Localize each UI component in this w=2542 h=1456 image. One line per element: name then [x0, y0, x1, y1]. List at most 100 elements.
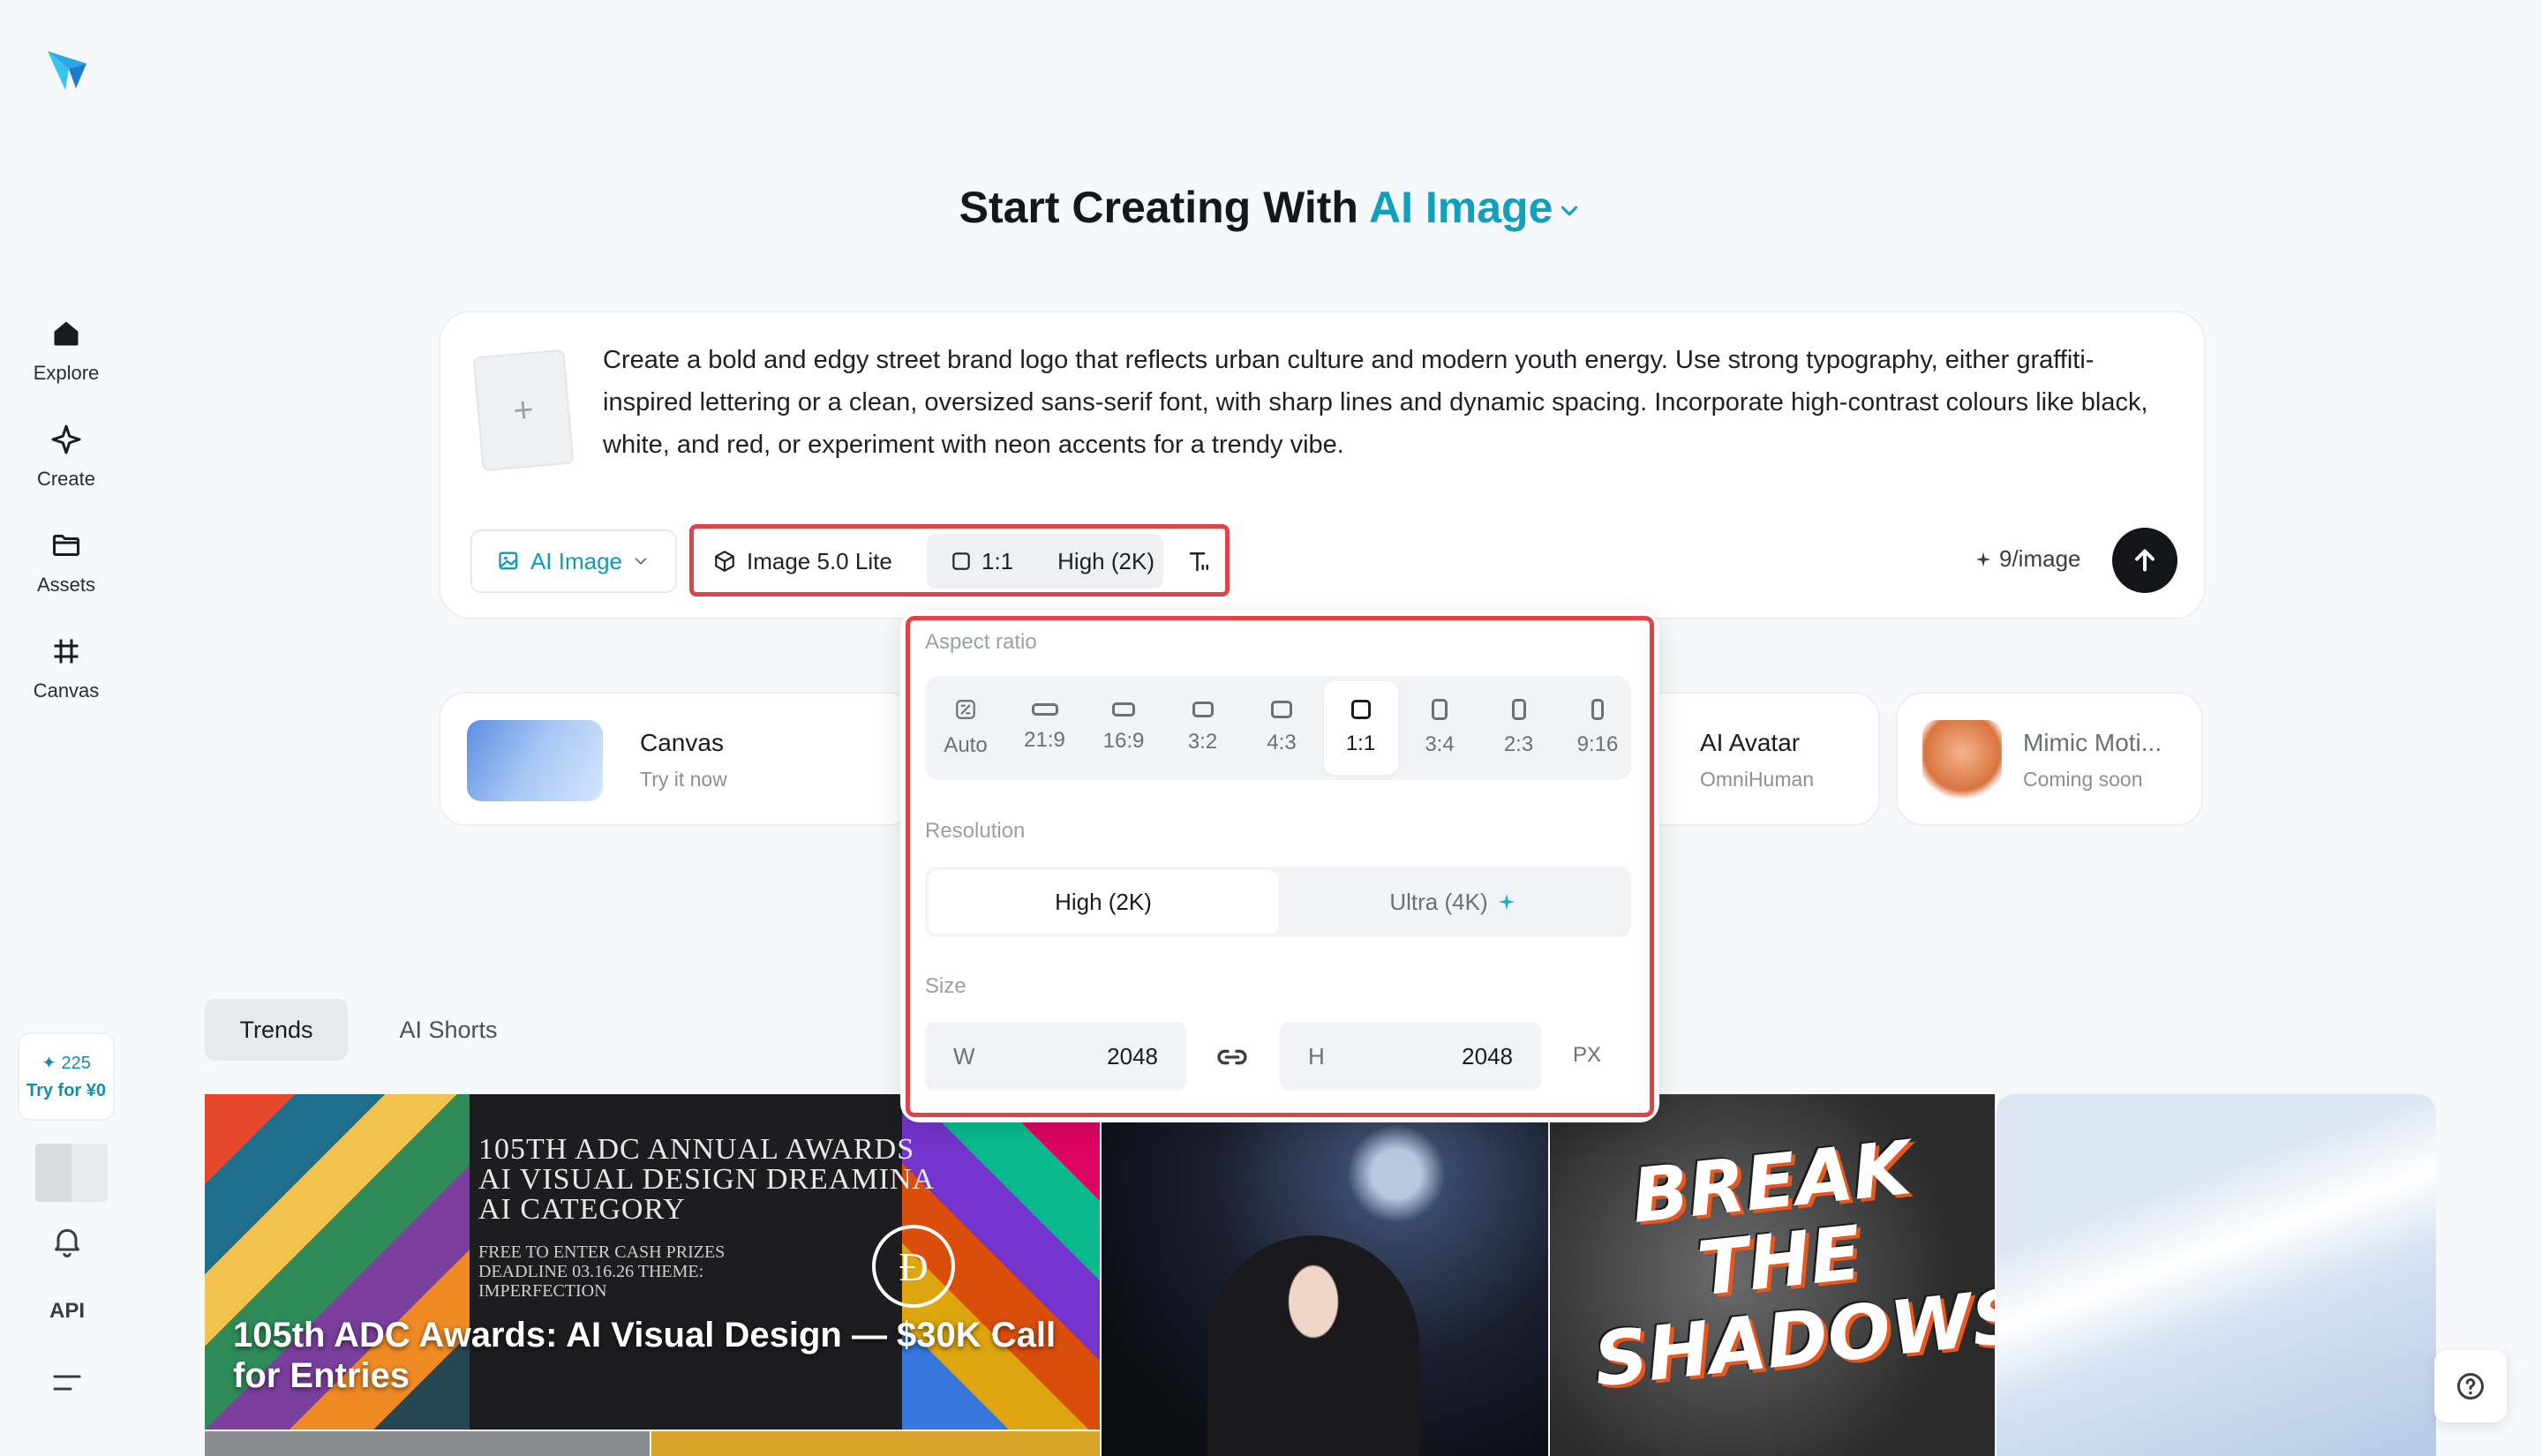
model-selector[interactable]: Image 5.0 Lite: [701, 534, 920, 589]
try-free-link[interactable]: Try for ¥0: [26, 1081, 106, 1101]
height-value: 2048: [1462, 1042, 1513, 1069]
help-button[interactable]: [2434, 1350, 2507, 1422]
plus-icon: +: [511, 389, 536, 431]
home-icon: [47, 314, 86, 353]
ratio-option-2-3[interactable]: 2:3: [1482, 681, 1556, 775]
mode-dropdown-label: AI Image: [530, 547, 623, 574]
menu-icon[interactable]: [51, 1370, 83, 1396]
sparkle-outline-icon: [47, 420, 86, 459]
sidebar-item-assets[interactable]: Assets: [13, 526, 119, 614]
feature-thumbnail: [467, 720, 603, 801]
ratio-option-4-3[interactable]: 4:3: [1245, 681, 1319, 775]
size-label: Size: [925, 974, 966, 998]
artwork-graffiti-text: BREAK THE SHADOWS: [1590, 1124, 1995, 1404]
prompt-card: + Create a bold and edgy street brand lo…: [439, 311, 2206, 619]
sparkle-icon: [1974, 551, 1992, 568]
ratio-label: 1:1: [981, 547, 1014, 574]
cube-icon: [713, 550, 736, 573]
resolution-selector: High (2K) Ultra (4K): [925, 867, 1631, 937]
sidebar-item-label: Explore: [33, 362, 100, 384]
ratio-option-3-4[interactable]: 3:4: [1403, 681, 1477, 775]
square-ratio-icon: [950, 550, 973, 573]
sidebar-item-create[interactable]: Create: [13, 420, 119, 508]
ratio-settings-popup: Aspect ratio Auto 21:9 16:9 3:2 4:3 1:1 3:4 2:3…: [900, 611, 1659, 1122]
resolution-label: High (2K): [1057, 547, 1154, 574]
ratio-resolution-button[interactable]: 1:1 High (2K): [927, 534, 1163, 589]
aspect-ratio-label: Aspect ratio: [925, 630, 1037, 654]
ratio-option-label: Auto: [944, 733, 988, 757]
arrow-up-icon: [2129, 544, 2161, 576]
ratio-option-16-9[interactable]: 16:9: [1087, 681, 1161, 775]
adc-logo: Ð: [872, 1225, 955, 1308]
height-key: H: [1308, 1042, 1325, 1069]
ratio-option-label: 16:9: [1102, 729, 1145, 753]
feature-card-mimic-motion[interactable]: Mimic Moti... Coming soon: [1896, 692, 2203, 826]
feature-title: Mimic Moti...: [2023, 729, 2162, 756]
tab-ai-shorts[interactable]: AI Shorts: [371, 999, 526, 1061]
ratio-option-3-2[interactable]: 3:2: [1166, 681, 1240, 775]
gallery-caption: 105th ADC Awards: AI Visual Design — $30…: [233, 1316, 1057, 1395]
ratio-shape-icon: [1271, 701, 1292, 718]
width-field[interactable]: W 2048: [925, 1022, 1186, 1091]
add-reference-button[interactable]: +: [472, 349, 575, 472]
width-key: W: [953, 1042, 975, 1069]
feature-title: Canvas: [640, 729, 724, 756]
ratio-option-auto[interactable]: Auto: [929, 681, 1003, 775]
gallery-item[interactable]: [651, 1431, 1100, 1456]
gallery-item-abstract[interactable]: [1997, 1094, 2436, 1456]
frame-icon: [47, 632, 86, 671]
credits-amount: ✦ 225: [41, 1054, 91, 1073]
artwork-details: FREE TO ENTER CASH PRIZES DEADLINE 03.16…: [478, 1242, 726, 1301]
ratio-option-1-1[interactable]: 1:1: [1323, 681, 1398, 775]
api-link[interactable]: API: [41, 1299, 94, 1324]
ratio-option-9-16[interactable]: 9:16: [1561, 681, 1635, 775]
unit-label: PX: [1573, 1043, 1602, 1067]
sidebar-item-label: Assets: [36, 574, 96, 596]
ratio-shape-icon: [1432, 699, 1448, 720]
text-style-button[interactable]: [1177, 537, 1222, 585]
generate-button[interactable]: [2112, 528, 2177, 593]
ratio-option-label: 2:3: [1503, 732, 1534, 756]
generation-settings-highlight: Image 5.0 Lite 1:1 High (2K): [689, 524, 1230, 597]
feature-title: AI Avatar: [1700, 729, 1801, 756]
feature-card-canvas[interactable]: Canvas Try it now: [439, 692, 915, 826]
tab-trends[interactable]: Trends: [205, 999, 348, 1061]
feature-subtitle: Coming soon: [2023, 768, 2143, 791]
image-icon: [497, 549, 522, 574]
bell-icon[interactable]: [49, 1223, 85, 1258]
credits-badge[interactable]: ✦ 225 Try for ¥0: [18, 1032, 115, 1121]
mode-selector-label: AI Image: [1368, 183, 1553, 232]
avatar[interactable]: [35, 1144, 108, 1202]
gallery-item[interactable]: [205, 1431, 650, 1456]
help-icon: [2455, 1370, 2486, 1402]
text-format-icon: [1186, 548, 1213, 574]
link-icon[interactable]: [1215, 1039, 1250, 1075]
app-logo[interactable]: [42, 42, 92, 95]
ratio-option-label: 9:16: [1576, 732, 1619, 756]
feature-thumbnail: [1922, 720, 2002, 801]
resolution-section-label: Resolution: [925, 819, 1026, 843]
feature-subtitle: OmniHuman: [1700, 768, 1815, 791]
gallery-item-masquerade[interactable]: [1102, 1094, 1548, 1456]
sidebar-item-label: Create: [36, 468, 96, 490]
sidebar-item-label: Canvas: [33, 679, 100, 702]
prompt-input[interactable]: Create a bold and edgy street brand logo…: [603, 339, 2174, 466]
mode-dropdown[interactable]: AI Image: [470, 529, 677, 593]
mode-selector[interactable]: AI Image: [1369, 183, 1583, 232]
folder-icon: [47, 526, 86, 565]
sidebar-item-canvas[interactable]: Canvas: [13, 632, 119, 720]
ratio-option-label: 4:3: [1267, 731, 1297, 754]
model-label: Image 5.0 Lite: [747, 547, 892, 574]
ratio-shape-icon: [1591, 699, 1604, 720]
height-field[interactable]: H 2048: [1280, 1022, 1541, 1091]
ratio-option-label: 21:9: [1024, 728, 1065, 752]
resolution-option-ultra[interactable]: Ultra (4K): [1278, 870, 1628, 934]
ratio-option-label: 1:1: [1345, 732, 1376, 755]
gallery-item-adc-awards[interactable]: 105TH ADC ANNUAL AWARDS AI VISUAL DESIGN…: [205, 1094, 1100, 1430]
chevron-down-icon: [1556, 198, 1583, 224]
ratio-option-21-9[interactable]: 21:9: [1008, 681, 1082, 775]
sidebar-item-explore[interactable]: Explore: [13, 314, 119, 402]
sparkle-icon: [1497, 892, 1516, 912]
resolution-option-high[interactable]: High (2K): [929, 870, 1278, 934]
gallery-item-graffiti[interactable]: BREAK THE SHADOWS: [1550, 1094, 1995, 1456]
